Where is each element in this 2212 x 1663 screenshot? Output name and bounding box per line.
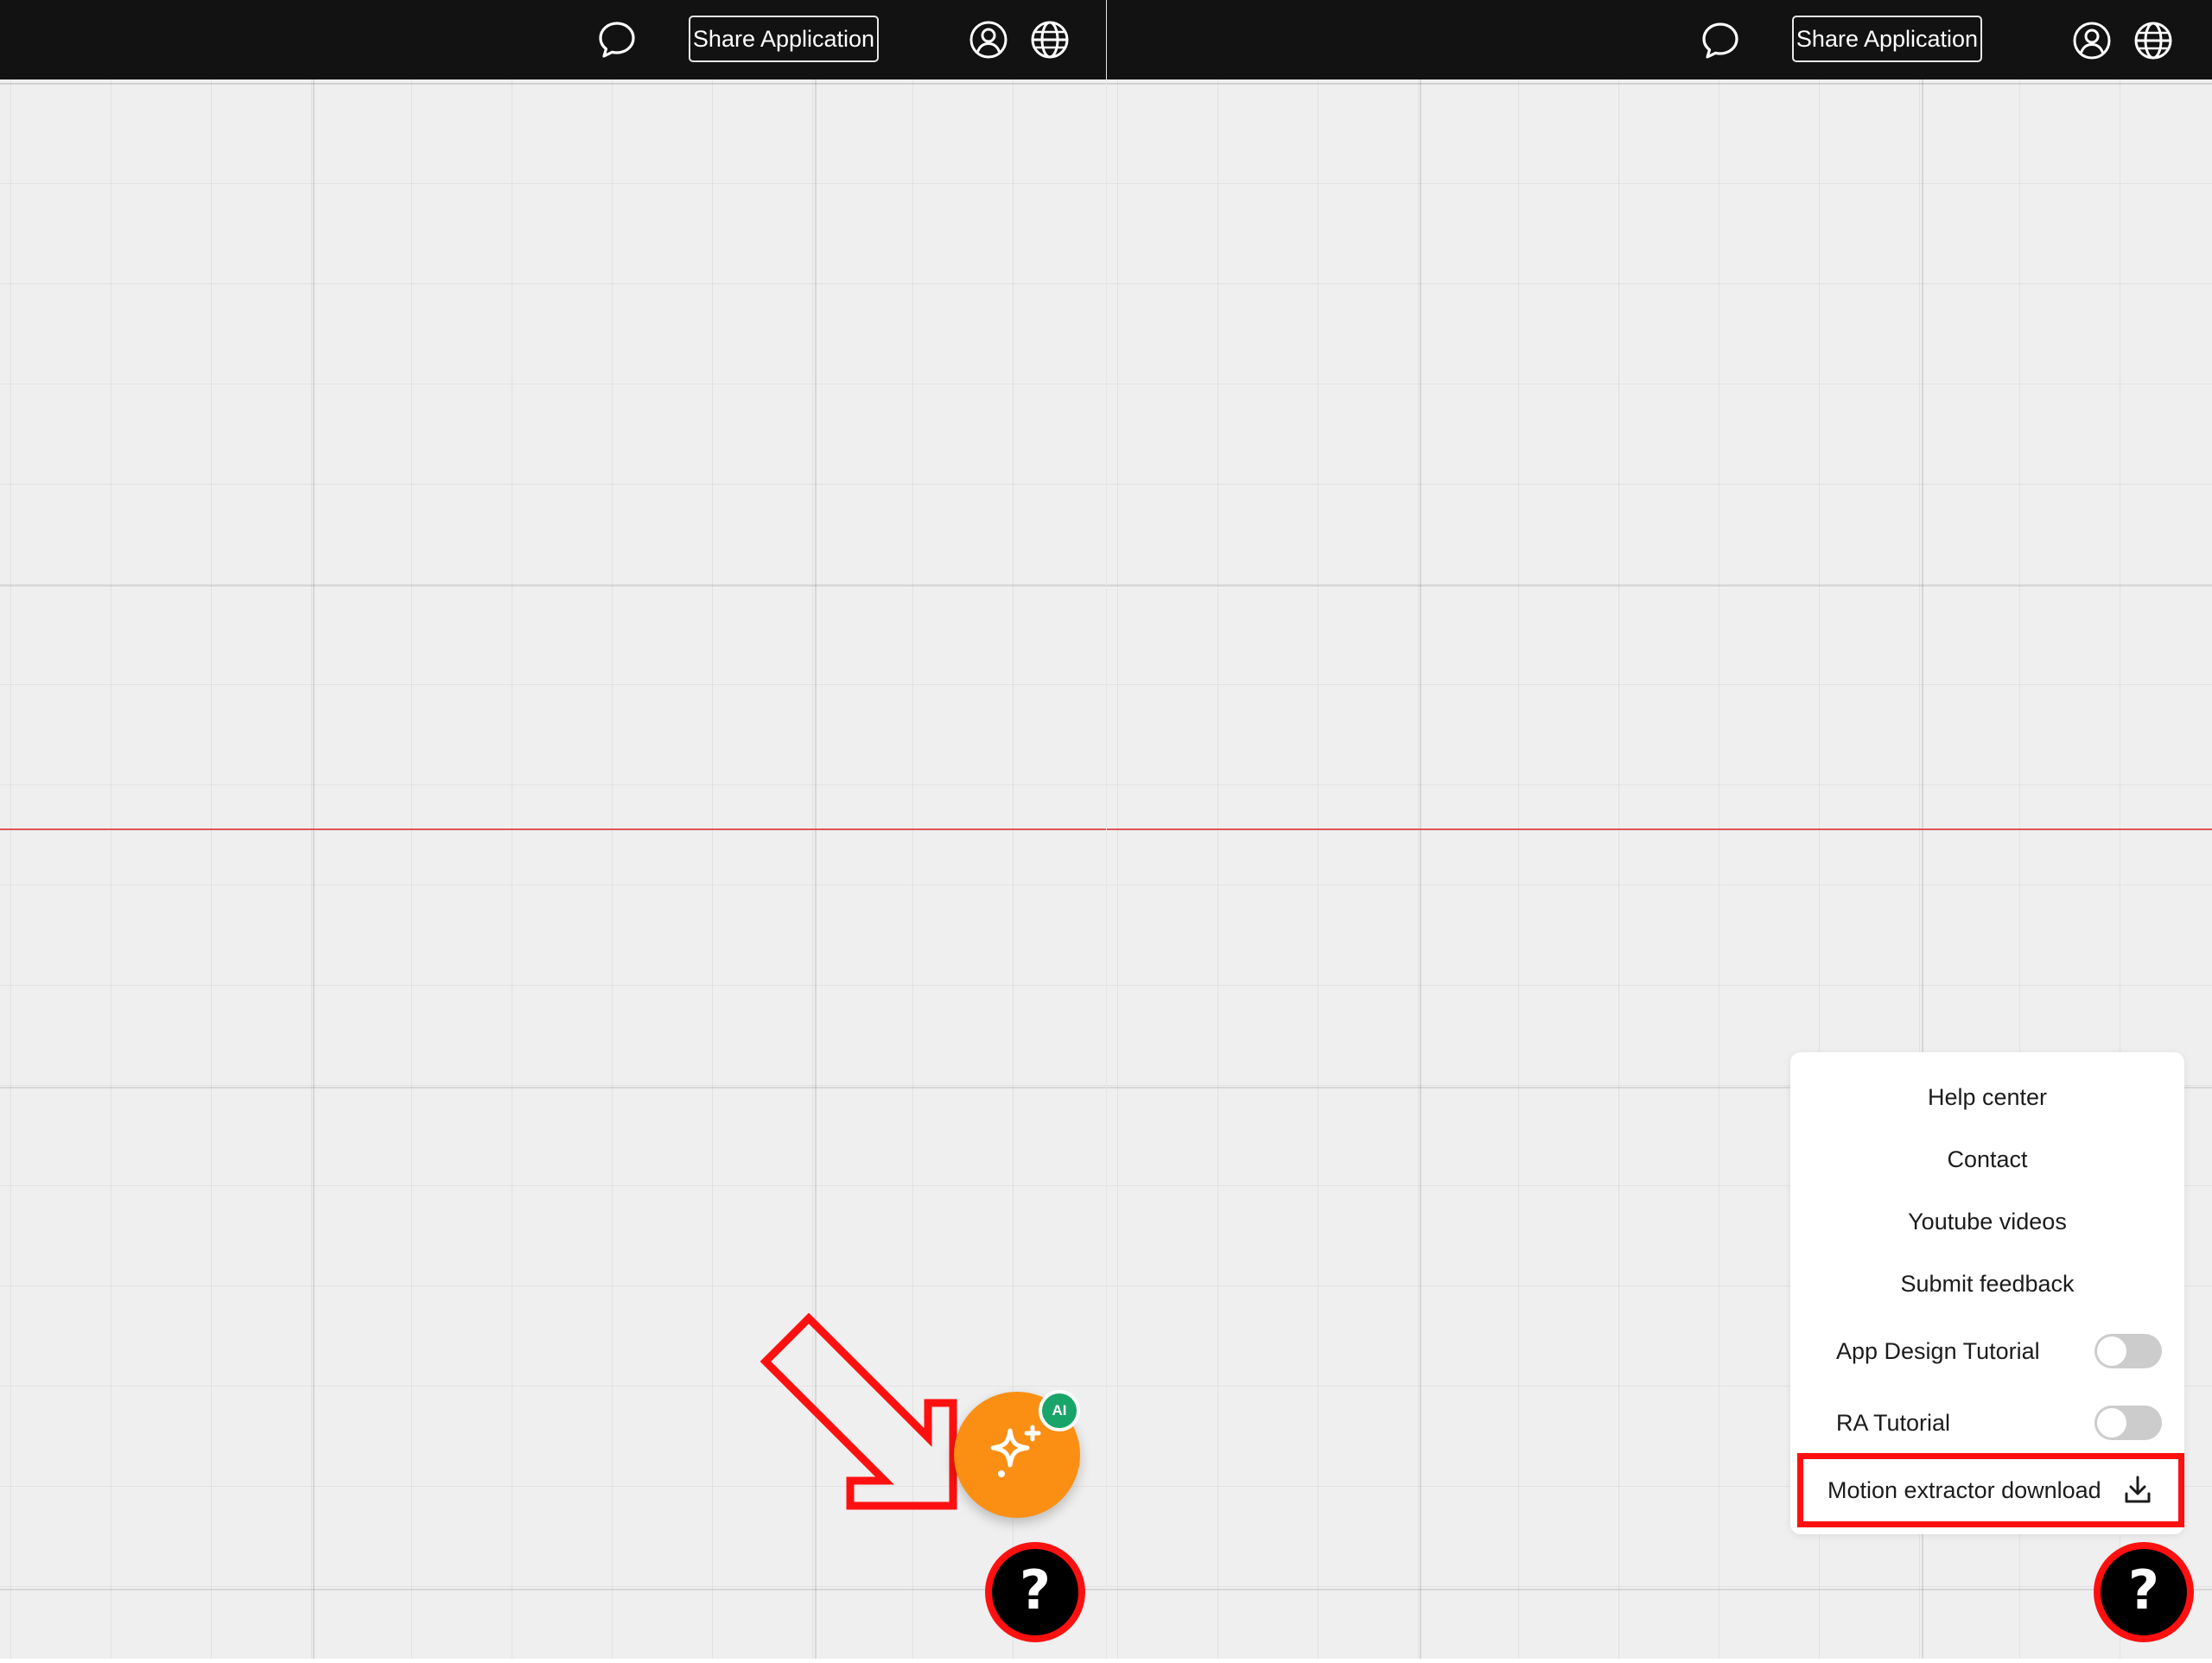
help-button[interactable]: ? — [985, 1542, 1085, 1642]
download-icon — [2125, 1476, 2151, 1503]
top-bar: Share Application — [1107, 0, 2212, 79]
motion-extractor-download-item[interactable]: Motion extractor download — [1797, 1453, 2184, 1527]
canvas-guide-line — [0, 828, 1106, 830]
help-button[interactable]: ? — [2094, 1542, 2194, 1642]
ra-tutorial-label: RA Tutorial — [1836, 1410, 1951, 1436]
share-application-button[interactable]: Share Application — [1792, 16, 1982, 62]
toggle-knob — [2097, 1408, 2126, 1438]
motion-extractor-download-label: Motion extractor download — [1827, 1477, 2101, 1503]
menu-item-contact[interactable]: Contact — [1790, 1144, 2184, 1175]
globe-icon[interactable] — [2133, 21, 2173, 60]
sparkles-icon — [990, 1425, 1041, 1477]
chat-bubble-icon[interactable] — [596, 19, 638, 60]
app-design-tutorial-label: App Design Tutorial — [1836, 1338, 2040, 1364]
chat-bubble-icon[interactable] — [1700, 20, 1741, 61]
bottom-edge — [0, 1659, 2212, 1663]
arrow-icon — [760, 1313, 957, 1510]
ra-tutorial-toggle[interactable] — [2094, 1406, 2162, 1440]
user-account-icon[interactable] — [969, 20, 1008, 60]
app-design-tutorial-toggle[interactable] — [2094, 1334, 2162, 1368]
ai-badge: AI — [1039, 1390, 1080, 1431]
menu-item-youtube-videos[interactable]: Youtube videos — [1790, 1206, 2184, 1237]
top-bar: Share Application — [0, 0, 1106, 79]
canvas-guide-line — [1107, 828, 2212, 830]
menu-item-help-center[interactable]: Help center — [1790, 1082, 2184, 1113]
globe-icon[interactable] — [1030, 20, 1070, 60]
share-application-button[interactable]: Share Application — [689, 16, 879, 62]
menu-item-submit-feedback[interactable]: Submit feedback — [1790, 1268, 2184, 1299]
user-account-icon[interactable] — [2072, 21, 2112, 60]
toggle-knob — [2097, 1336, 2126, 1366]
canvas-panel-left: Share Application AI ? — [0, 0, 1106, 1659]
